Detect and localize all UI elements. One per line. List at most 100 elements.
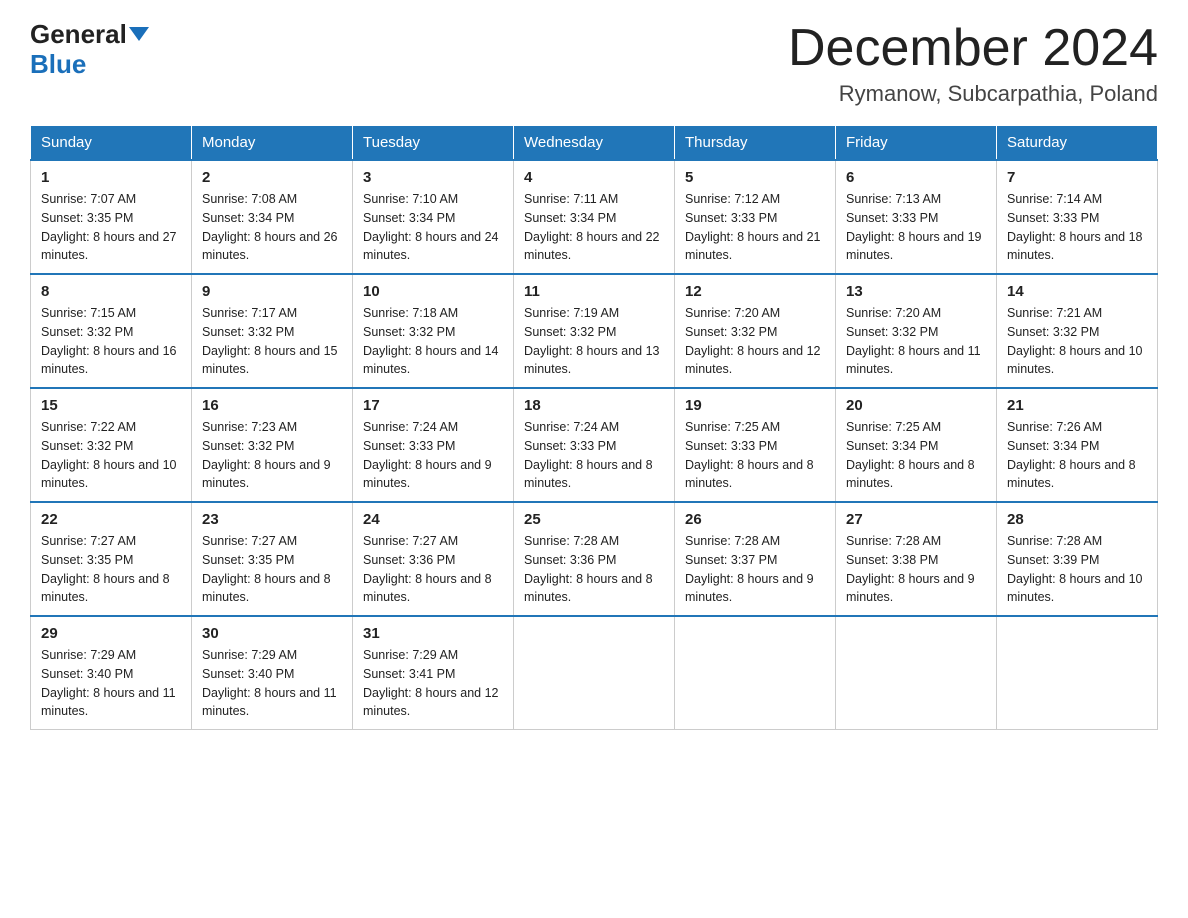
calendar-cell [997,616,1158,730]
calendar-cell: 19 Sunrise: 7:25 AMSunset: 3:33 PMDayligh… [675,388,836,502]
day-number: 16 [202,397,342,414]
calendar-cell: 20 Sunrise: 7:25 AMSunset: 3:34 PMDayligh… [836,388,997,502]
day-info: Sunrise: 7:27 AMSunset: 3:36 PMDaylight:… [363,532,503,607]
calendar-cell: 25 Sunrise: 7:28 AMSunset: 3:36 PMDayligh… [514,502,675,616]
week-row-1: 1 Sunrise: 7:07 AMSunset: 3:35 PMDaylight… [31,160,1158,274]
day-number: 22 [41,511,181,528]
day-number: 5 [685,169,825,186]
day-number: 1 [41,169,181,186]
day-number: 8 [41,283,181,300]
day-number: 10 [363,283,503,300]
week-row-5: 29 Sunrise: 7:29 AMSunset: 3:40 PMDayligh… [31,616,1158,730]
day-number: 17 [363,397,503,414]
location-title: Rymanow, Subcarpathia, Poland [788,81,1158,107]
calendar-cell: 1 Sunrise: 7:07 AMSunset: 3:35 PMDaylight… [31,160,192,274]
day-info: Sunrise: 7:28 AMSunset: 3:36 PMDaylight:… [524,532,664,607]
day-number: 18 [524,397,664,414]
day-info: Sunrise: 7:07 AMSunset: 3:35 PMDaylight:… [41,190,181,265]
day-number: 26 [685,511,825,528]
calendar-cell: 27 Sunrise: 7:28 AMSunset: 3:38 PMDayligh… [836,502,997,616]
weekday-header-friday: Friday [836,126,997,161]
calendar-cell [836,616,997,730]
calendar-cell: 17Sunrise: 7:24 AMSunset: 3:33 PMDayligh… [353,388,514,502]
calendar-cell: 12Sunrise: 7:20 AMSunset: 3:32 PMDayligh… [675,274,836,388]
calendar-cell [514,616,675,730]
month-title: December 2024 [788,20,1158,77]
day-info: Sunrise: 7:27 AMSunset: 3:35 PMDaylight:… [41,532,181,607]
weekday-header-sunday: Sunday [31,126,192,161]
calendar-cell: 13 Sunrise: 7:20 AMSunset: 3:32 PMDayligh… [836,274,997,388]
weekday-header-monday: Monday [192,126,353,161]
day-info: Sunrise: 7:08 AMSunset: 3:34 PMDaylight:… [202,190,342,265]
calendar-cell: 8Sunrise: 7:15 AMSunset: 3:32 PMDaylight… [31,274,192,388]
calendar-cell: 3Sunrise: 7:10 AMSunset: 3:34 PMDaylight… [353,160,514,274]
day-number: 4 [524,169,664,186]
weekday-header-wednesday: Wednesday [514,126,675,161]
weekday-header-tuesday: Tuesday [353,126,514,161]
day-info: Sunrise: 7:19 AMSunset: 3:32 PMDaylight:… [524,304,664,379]
logo-general-text: General [30,20,127,49]
day-info: Sunrise: 7:29 AMSunset: 3:41 PMDaylight:… [363,646,503,721]
week-row-2: 8Sunrise: 7:15 AMSunset: 3:32 PMDaylight… [31,274,1158,388]
calendar-cell: 9 Sunrise: 7:17 AMSunset: 3:32 PMDaylight… [192,274,353,388]
day-number: 2 [202,169,342,186]
calendar-cell: 11 Sunrise: 7:19 AMSunset: 3:32 PMDayligh… [514,274,675,388]
calendar-cell: 30 Sunrise: 7:29 AMSunset: 3:40 PMDayligh… [192,616,353,730]
calendar-cell: 6 Sunrise: 7:13 AMSunset: 3:33 PMDaylight… [836,160,997,274]
calendar-cell: 5 Sunrise: 7:12 AMSunset: 3:33 PMDaylight… [675,160,836,274]
calendar-cell: 10 Sunrise: 7:18 AMSunset: 3:32 PMDayligh… [353,274,514,388]
day-number: 21 [1007,397,1147,414]
day-info: Sunrise: 7:25 AMSunset: 3:34 PMDaylight:… [846,418,986,493]
day-info: Sunrise: 7:18 AMSunset: 3:32 PMDaylight:… [363,304,503,379]
day-info: Sunrise: 7:29 AMSunset: 3:40 PMDaylight:… [41,646,181,721]
calendar-cell: 7 Sunrise: 7:14 AMSunset: 3:33 PMDaylight… [997,160,1158,274]
title-area: December 2024 Rymanow, Subcarpathia, Pol… [788,20,1158,107]
logo-blue-text: Blue [30,49,86,79]
day-info: Sunrise: 7:24 AMSunset: 3:33 PMDaylight:… [524,418,664,493]
day-number: 20 [846,397,986,414]
calendar-cell: 29 Sunrise: 7:29 AMSunset: 3:40 PMDayligh… [31,616,192,730]
day-number: 13 [846,283,986,300]
day-number: 29 [41,625,181,642]
header: General Blue December 2024 Rymanow, Subc… [30,20,1158,107]
day-info: Sunrise: 7:11 AMSunset: 3:34 PMDaylight:… [524,190,664,265]
calendar-cell: 31 Sunrise: 7:29 AMSunset: 3:41 PMDayligh… [353,616,514,730]
day-info: Sunrise: 7:28 AMSunset: 3:37 PMDaylight:… [685,532,825,607]
weekday-header-row: SundayMondayTuesdayWednesdayThursdayFrid… [31,126,1158,161]
day-info: Sunrise: 7:28 AMSunset: 3:38 PMDaylight:… [846,532,986,607]
weekday-header-thursday: Thursday [675,126,836,161]
calendar-cell: 22 Sunrise: 7:27 AMSunset: 3:35 PMDayligh… [31,502,192,616]
logo-arrow-icon [129,27,149,41]
day-number: 28 [1007,511,1147,528]
calendar-cell: 21Sunrise: 7:26 AMSunset: 3:34 PMDayligh… [997,388,1158,502]
day-number: 25 [524,511,664,528]
logo: General Blue [30,20,149,80]
day-info: Sunrise: 7:13 AMSunset: 3:33 PMDaylight:… [846,190,986,265]
day-info: Sunrise: 7:14 AMSunset: 3:33 PMDaylight:… [1007,190,1147,265]
calendar-cell: 23Sunrise: 7:27 AMSunset: 3:35 PMDayligh… [192,502,353,616]
day-info: Sunrise: 7:20 AMSunset: 3:32 PMDaylight:… [846,304,986,379]
day-info: Sunrise: 7:10 AMSunset: 3:34 PMDaylight:… [363,190,503,265]
day-info: Sunrise: 7:25 AMSunset: 3:33 PMDaylight:… [685,418,825,493]
calendar-cell: 15Sunrise: 7:22 AMSunset: 3:32 PMDayligh… [31,388,192,502]
weekday-header-saturday: Saturday [997,126,1158,161]
day-number: 23 [202,511,342,528]
day-number: 31 [363,625,503,642]
day-number: 11 [524,283,664,300]
day-info: Sunrise: 7:17 AMSunset: 3:32 PMDaylight:… [202,304,342,379]
week-row-3: 15Sunrise: 7:22 AMSunset: 3:32 PMDayligh… [31,388,1158,502]
day-number: 27 [846,511,986,528]
calendar-cell [675,616,836,730]
day-info: Sunrise: 7:12 AMSunset: 3:33 PMDaylight:… [685,190,825,265]
day-number: 15 [41,397,181,414]
day-number: 30 [202,625,342,642]
day-number: 6 [846,169,986,186]
day-number: 19 [685,397,825,414]
calendar-table: SundayMondayTuesdayWednesdayThursdayFrid… [30,125,1158,730]
day-number: 7 [1007,169,1147,186]
week-row-4: 22 Sunrise: 7:27 AMSunset: 3:35 PMDayligh… [31,502,1158,616]
day-number: 12 [685,283,825,300]
calendar-cell: 18 Sunrise: 7:24 AMSunset: 3:33 PMDayligh… [514,388,675,502]
day-number: 9 [202,283,342,300]
day-info: Sunrise: 7:29 AMSunset: 3:40 PMDaylight:… [202,646,342,721]
